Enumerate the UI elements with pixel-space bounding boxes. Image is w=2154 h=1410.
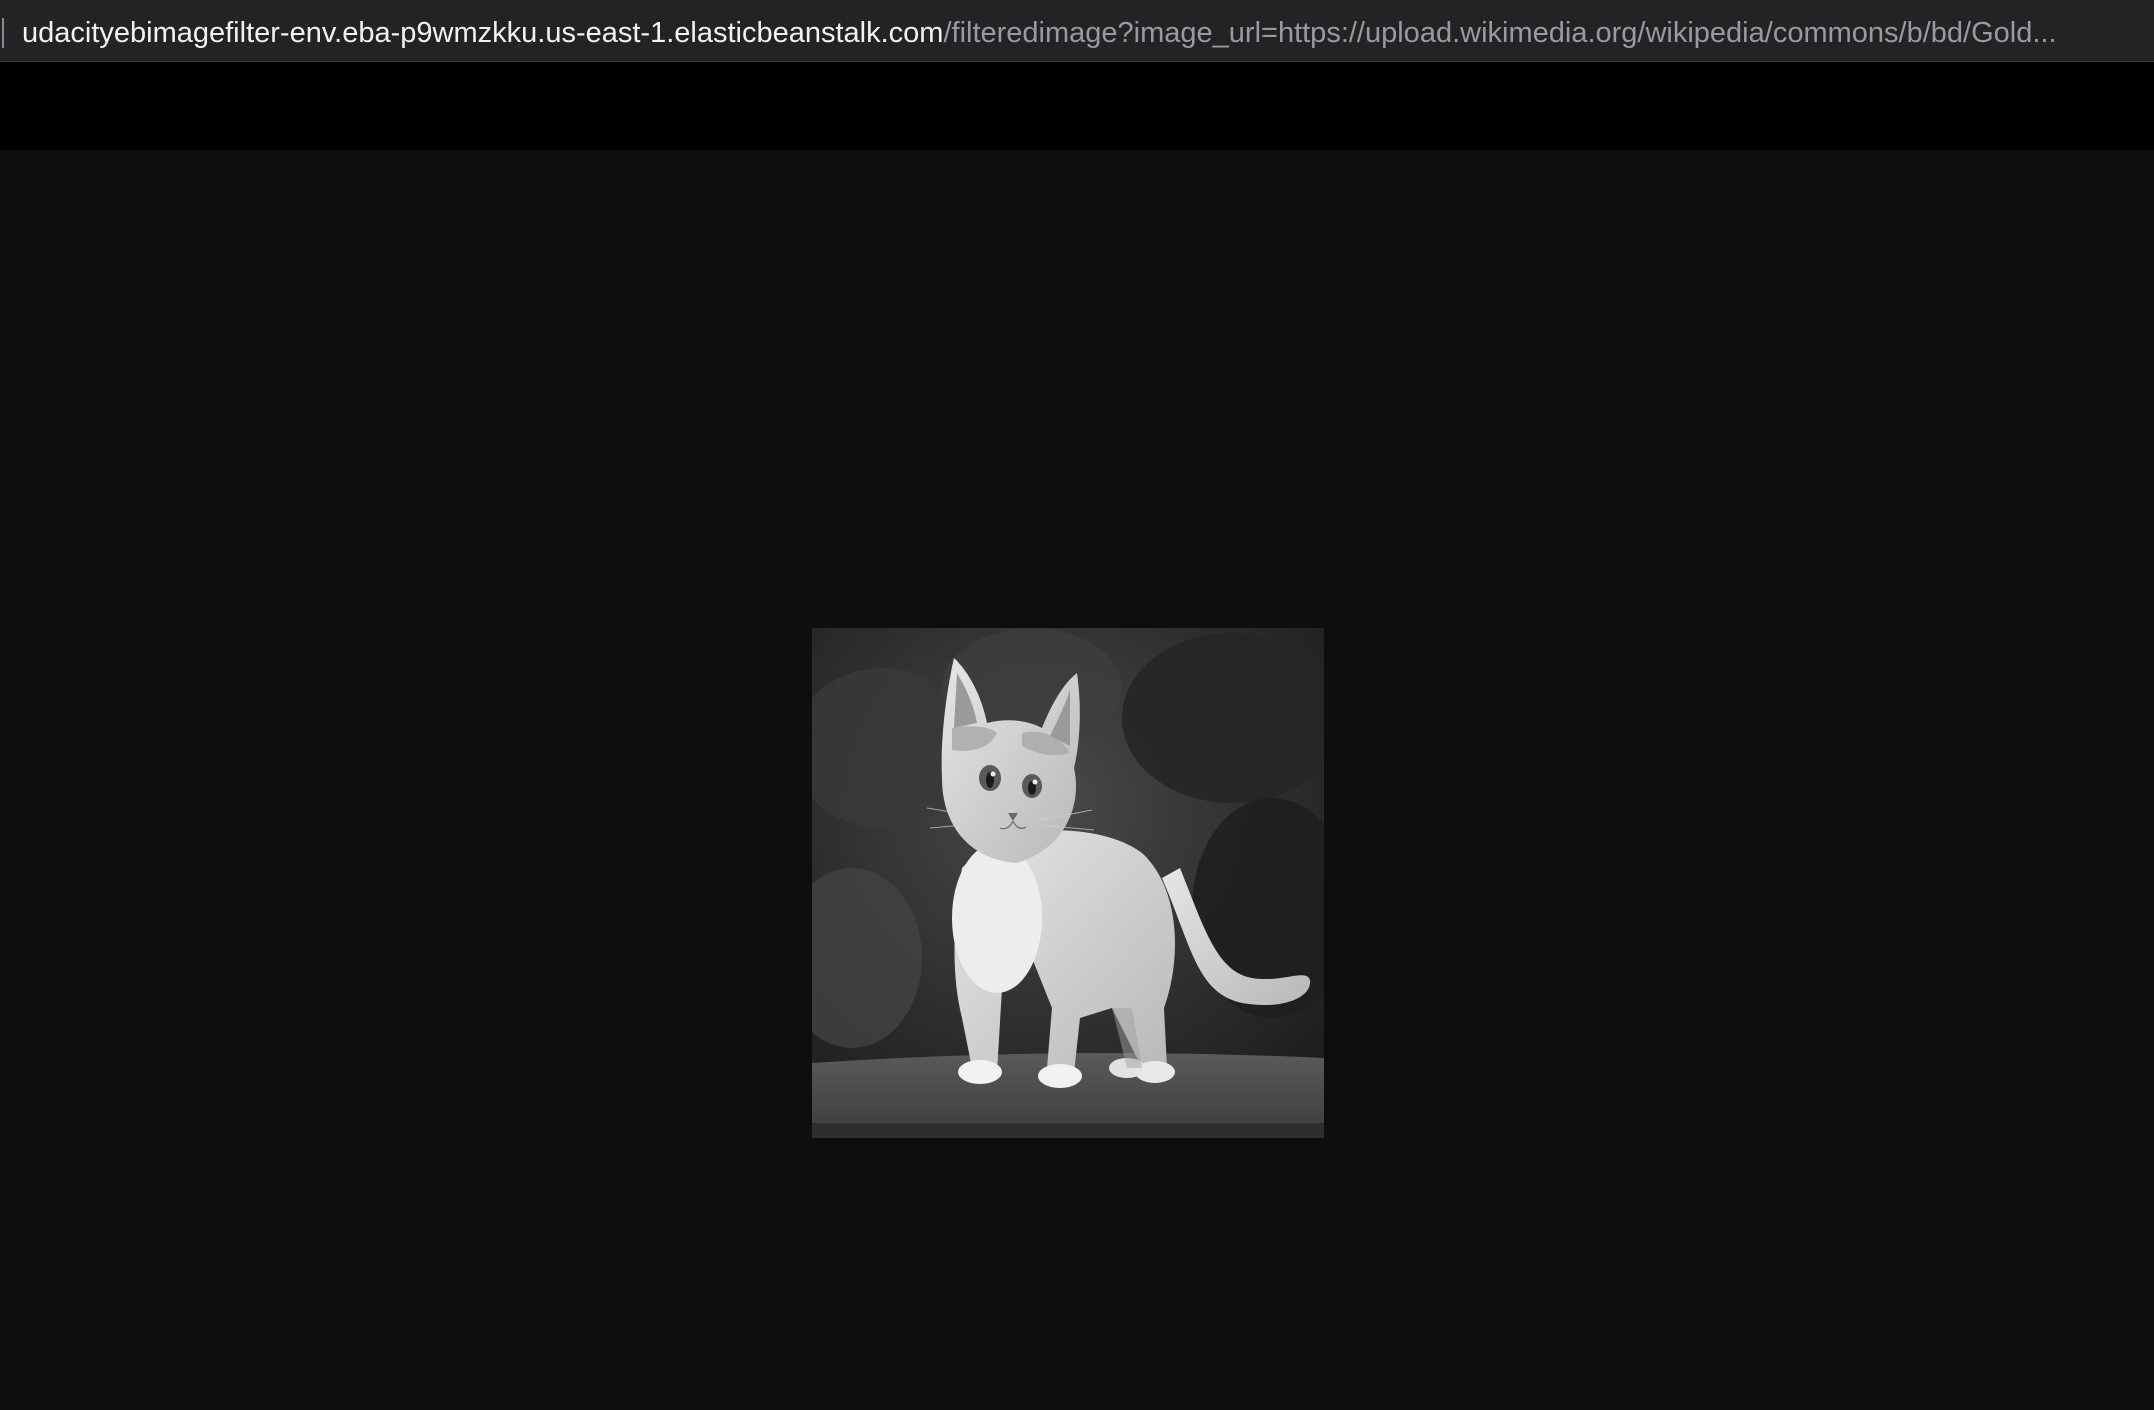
- filtered-image: [812, 628, 1324, 1138]
- url-path: /filteredimage?image_url=https://upload.…: [943, 17, 2057, 49]
- text-caret: [2, 18, 4, 48]
- url-host: udacityebimagefilter-env.eba-p9wmzkku.us…: [22, 17, 944, 49]
- url-field[interactable]: udacityebimagefilter-env.eba-p9wmzkku.us…: [22, 15, 2142, 51]
- kitten-photo-icon: [812, 628, 1324, 1138]
- address-bar[interactable]: udacityebimagefilter-env.eba-p9wmzkku.us…: [0, 0, 2154, 62]
- toolbar-strip: [0, 62, 2154, 150]
